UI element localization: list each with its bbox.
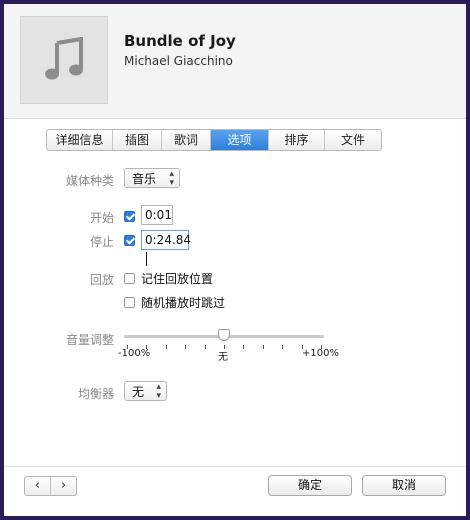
up-down-chevron-icon: ▴ ▾: [169, 169, 174, 188]
playback-label: 回放: [89, 273, 114, 287]
prev-next-group: ‹ ›: [24, 476, 77, 496]
start-time-value: 0:01: [145, 208, 172, 222]
volume-tick: [262, 345, 264, 349]
volume-tick: [243, 345, 245, 349]
tab-details[interactable]: 详细信息: [47, 130, 113, 150]
volume-mid-label: 无: [218, 352, 228, 363]
cancel-button[interactable]: 取消: [362, 475, 446, 496]
start-checkbox[interactable]: [124, 211, 135, 222]
start-time-field[interactable]: 0:01: [141, 205, 173, 225]
text-caret: [146, 251, 147, 266]
footer-divider: [4, 466, 466, 467]
song-header: Bundle of Joy Michael Giacchino: [4, 4, 466, 119]
equalizer-select[interactable]: 无 ▴ ▾: [124, 381, 167, 401]
remember-position-label[interactable]: 记住回放位置: [141, 270, 213, 287]
album-artwork[interactable]: [20, 16, 108, 104]
remember-position-checkbox[interactable]: [124, 273, 135, 284]
stop-checkbox[interactable]: [124, 235, 135, 246]
tab-bar: 详细信息 插图 歌词 选项 排序 文件: [46, 129, 382, 151]
volume-max-label: +100%: [302, 348, 339, 359]
tab-file[interactable]: 文件: [325, 130, 381, 150]
song-info-window: Bundle of Joy Michael Giacchino 详细信息 插图 …: [4, 4, 466, 516]
skip-shuffle-label[interactable]: 随机播放时跳过: [141, 294, 225, 311]
equalizer-value: 无: [132, 385, 145, 399]
volume-min-label: -100%: [118, 348, 151, 359]
volume-tick: [185, 345, 187, 349]
stop-label: 停止: [89, 235, 114, 249]
stop-time-field[interactable]: 0:24.84: [141, 230, 192, 266]
equalizer-label: 均衡器: [77, 387, 114, 401]
media-kind-label: 媒体种类: [65, 174, 114, 188]
previous-icon[interactable]: ‹: [25, 477, 51, 495]
ok-button[interactable]: 确定: [268, 475, 352, 496]
start-label: 开始: [89, 211, 114, 225]
volume-label: 音量调整: [65, 333, 114, 347]
volume-tick: [165, 345, 167, 349]
skip-shuffle-checkbox[interactable]: [124, 297, 135, 308]
song-artist: Michael Giacchino: [124, 54, 233, 68]
volume-tick: [204, 345, 206, 349]
stop-time-value: 0:24.84: [145, 233, 192, 247]
song-title: Bundle of Joy: [124, 32, 236, 50]
tab-artwork[interactable]: 插图: [113, 130, 162, 150]
media-kind-value: 音乐: [132, 172, 157, 186]
tab-sorting[interactable]: 排序: [269, 130, 325, 150]
tab-options[interactable]: 选项: [211, 130, 269, 150]
next-icon[interactable]: ›: [51, 477, 76, 495]
music-note-icon: [45, 37, 83, 80]
tab-lyrics[interactable]: 歌词: [162, 130, 211, 150]
media-kind-select[interactable]: 音乐 ▴ ▾: [124, 168, 180, 188]
up-down-chevron-icon: ▴ ▾: [156, 382, 161, 401]
volume-slider-thumb[interactable]: [218, 329, 230, 341]
volume-tick: [282, 345, 284, 349]
